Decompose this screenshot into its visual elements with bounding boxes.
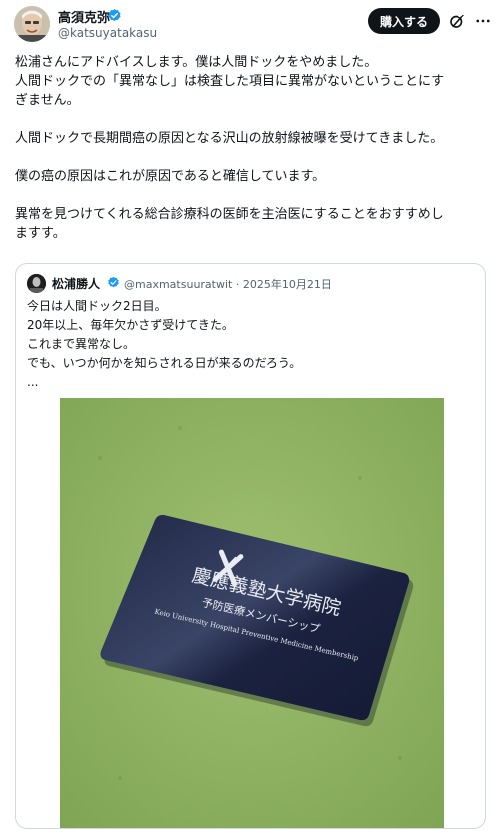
post-line: 人間ドックで長期間癌の原因となる沢山の放射線被曝を受けてきました。 (15, 131, 444, 146)
post-line: 人間ドックでの「異常なし」は検査した項目に異常がないということにす (15, 74, 445, 89)
quoted-line: でも、いつか何かを知らされる日が来るのだろう。 (27, 356, 302, 370)
membership-card-photo[interactable]: 慶應義塾大学病院 予防医療メンバーシップ Keio University Hos… (60, 398, 444, 828)
post-line: ぎません。 (15, 93, 80, 108)
quoted-post[interactable]: 松浦勝人 @maxmatsuuratwit · 2025年10月21日 今日は人… (15, 263, 486, 829)
buy-button[interactable]: 購入する (368, 8, 440, 34)
author-name[interactable]: 高須克弥 (58, 7, 110, 26)
quoted-body: 今日は人間ドック2日目。 20年以上、毎年欠かさず受けてきた。 これまで異常なし… (27, 297, 477, 392)
quoted-handle-date: @maxmatsuuratwit · 2025年10月21日 (124, 278, 332, 291)
verified-badge-icon (108, 8, 121, 22)
quoted-line: これまで異常なし。 (27, 337, 136, 351)
post-page: 高須克弥 @katsuyatakasu 購入する 松浦さんにアドバイスします。僕… (0, 0, 502, 835)
grok-icon[interactable] (448, 12, 466, 30)
quoted-line: 今日は人間ドック2日目。 (27, 299, 167, 313)
quoted-line: 20年以上、毎年欠かさず受けてきた。 (27, 318, 234, 332)
more-options-icon[interactable] (474, 12, 492, 30)
post-line: 僕の癌の原因はこれが原因であると確信しています。 (15, 169, 326, 184)
author-avatar[interactable] (14, 6, 50, 42)
author-handle[interactable]: @katsuyatakasu (58, 26, 157, 40)
quoted-author-avatar[interactable] (27, 274, 46, 293)
post-line: 異常を見つけてくれる総合診療科の医師を主治医にすることをおすすめし (15, 207, 444, 222)
quoted-line: ... (27, 375, 39, 389)
quoted-author-name[interactable]: 松浦勝人 (52, 275, 100, 292)
post-line: 松浦さんにアドバイスします。僕は人間ドックをやめました。 (15, 55, 378, 70)
post-body: 松浦さんにアドバイスします。僕は人間ドックをやめました。 人間ドックでの「異常な… (15, 53, 493, 243)
post-header: 高須克弥 @katsuyatakasu 購入する (0, 0, 502, 50)
post-line: ますす。 (15, 226, 66, 241)
verified-badge-icon (108, 276, 119, 288)
